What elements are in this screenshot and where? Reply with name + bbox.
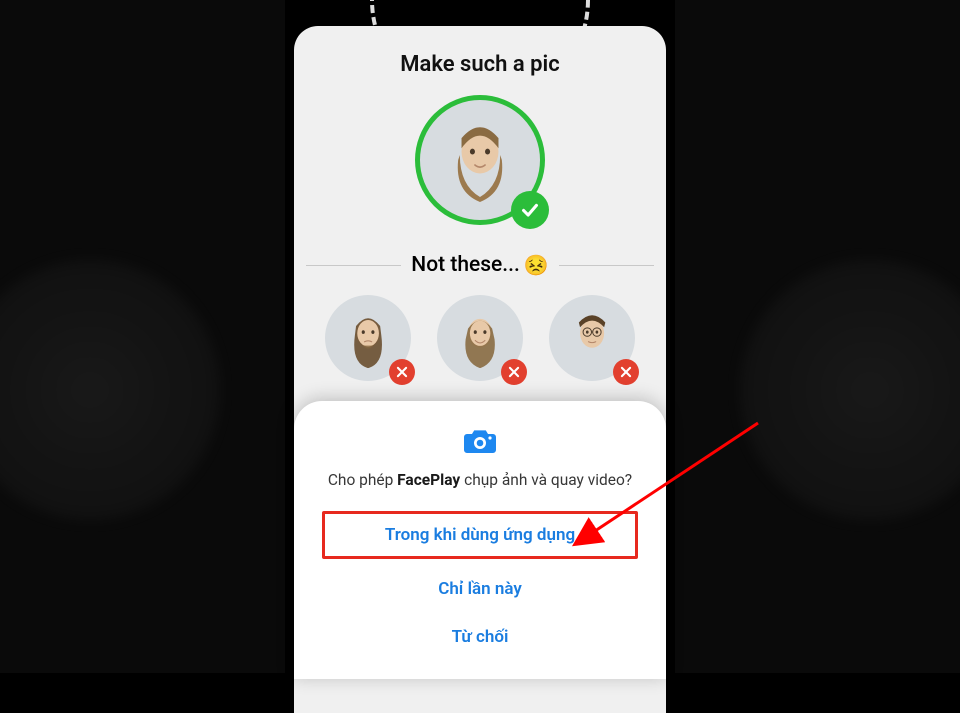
- divider-row: Not these... 😣: [306, 253, 654, 277]
- permission-app-name: FacePlay: [397, 471, 460, 489]
- permission-while-using-button[interactable]: Trong khi dùng ứng dụng: [322, 511, 638, 559]
- camera-icon: [463, 427, 497, 455]
- face-placeholder-icon: [338, 308, 398, 368]
- permission-prompt-text: Cho phép FacePlay chụp ảnh và quay video…: [314, 471, 646, 489]
- permission-dialog: Cho phép FacePlay chụp ảnh và quay video…: [294, 401, 666, 679]
- permission-prefix: Cho phép: [328, 471, 397, 489]
- bad-examples-row: [294, 295, 666, 381]
- x-icon: [613, 359, 639, 385]
- divider-line-right: [559, 265, 654, 266]
- permission-deny-button[interactable]: Từ chối: [314, 613, 646, 661]
- phone-frame: Make such a pic Not: [285, 0, 675, 673]
- permission-only-this-time-button[interactable]: Chỉ lần này: [314, 565, 646, 613]
- x-icon: [389, 359, 415, 385]
- face-placeholder-icon: [438, 118, 522, 202]
- bad-example-3: [549, 295, 635, 381]
- bad-example-2: [437, 295, 523, 381]
- sad-emoji-icon: 😣: [524, 253, 549, 277]
- not-these-text: Not these...: [411, 253, 520, 277]
- permission-suffix: chụp ảnh và quay video?: [460, 471, 632, 489]
- not-these-label: Not these... 😣: [411, 253, 548, 277]
- good-example-avatar: [415, 95, 545, 225]
- divider-line-left: [306, 265, 401, 266]
- card-title: Make such a pic: [294, 52, 666, 77]
- face-placeholder-icon: [450, 308, 510, 368]
- check-icon: [511, 191, 549, 229]
- x-icon: [501, 359, 527, 385]
- background-blob-left: [0, 260, 220, 520]
- bad-example-1: [325, 295, 411, 381]
- face-placeholder-icon: [562, 308, 622, 368]
- background-blob-right: [740, 260, 960, 520]
